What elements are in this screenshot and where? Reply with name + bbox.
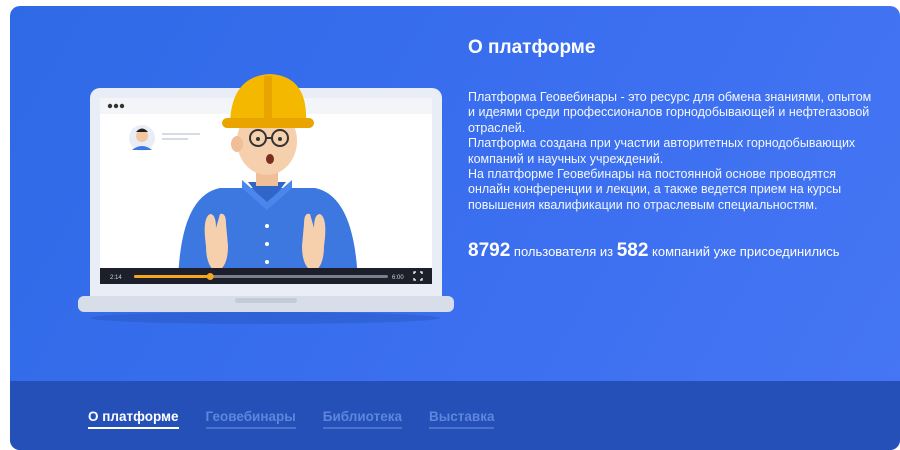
video-time-current: 2:14 <box>110 275 122 281</box>
tab-geowebinars[interactable]: Геовебинары <box>205 409 296 429</box>
laptop-video-illustration: 2:14 6:00 <box>78 74 454 324</box>
description-paragraph: На платформе Геовебинары на постоянной о… <box>468 167 842 212</box>
about-platform-card: 2:14 6:00 О платформе Платформа Геовебин… <box>10 6 900 450</box>
video-time-total: 6:00 <box>392 275 404 281</box>
tab-about[interactable]: О платформе <box>88 409 179 429</box>
tab-library[interactable]: Библиотека <box>322 409 402 429</box>
video-progress-handle[interactable] <box>206 273 214 280</box>
video-progress-fill <box>134 275 211 278</box>
tab-exhibition[interactable]: Выставка <box>428 409 495 429</box>
users-text: пользователя из <box>513 244 614 260</box>
hero-section: 2:14 6:00 О платформе Платформа Геовебин… <box>10 6 900 381</box>
companies-text: компаний уже присоединились <box>652 244 840 260</box>
bottom-tab-bar: О платформе Геовебинары Библиотека Выста… <box>10 381 900 450</box>
description-paragraph: Платформа создана при участии авторитетн… <box>468 136 856 166</box>
description-paragraph: Платформа Геовебинары - это ресурс для о… <box>468 90 872 135</box>
platform-stats: 8792 пользователя из 582 компаний уже пр… <box>468 239 878 264</box>
about-text-column: О платформе Платформа Геовебинары - это … <box>468 36 878 264</box>
page-title: О платформе <box>468 37 596 58</box>
about-description: Платформа Геовебинары - это ресурс для о… <box>468 90 878 213</box>
companies-count: 582 <box>616 240 649 262</box>
users-count: 8792 <box>468 240 511 262</box>
tab-list: О платформе Геовебинары Библиотека Выста… <box>88 409 521 429</box>
